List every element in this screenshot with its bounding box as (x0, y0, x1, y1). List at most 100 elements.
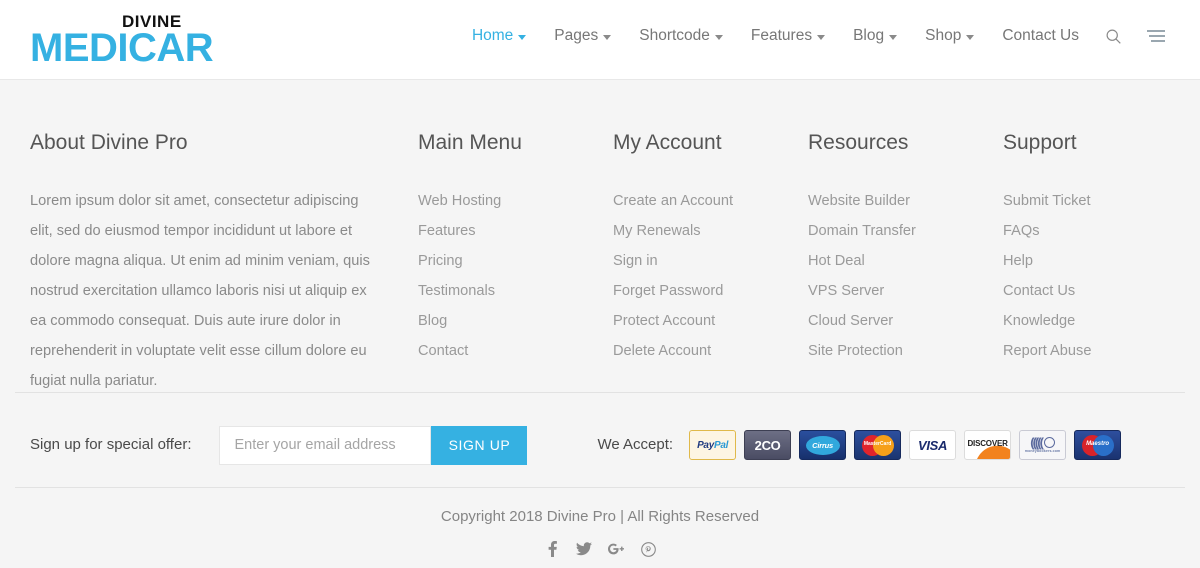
list-item[interactable]: Protect Account (613, 306, 780, 336)
list-item[interactable]: Website Builder (808, 186, 975, 216)
list-item[interactable]: Features (418, 216, 585, 246)
moneybookers-icon: ((((( moneybookers.com (1019, 430, 1067, 460)
twitter-icon (576, 542, 592, 556)
footer-column-title: About Divine Pro (30, 131, 188, 154)
nav-item-label: Shop (925, 27, 962, 44)
social-links (0, 538, 1200, 560)
cirrus-label: Cirrus (805, 435, 840, 455)
footer-column-about: About Divine Pro Lorem ipsum dolor sit a… (0, 130, 390, 396)
nav-item-blog[interactable]: Blog (839, 26, 911, 46)
footer-column-title: My Account (613, 131, 722, 154)
list-item[interactable]: FAQs (1003, 216, 1170, 246)
pinterest-link[interactable] (637, 538, 659, 560)
footer-column-title: Main Menu (418, 131, 522, 154)
search-button[interactable] (1093, 28, 1134, 45)
list-item[interactable]: Hot Deal (808, 246, 975, 276)
list-item[interactable]: Site Protection (808, 336, 975, 366)
nav-item-home[interactable]: Home (458, 26, 540, 46)
facebook-icon (548, 541, 557, 557)
list-item[interactable]: My Renewals (613, 216, 780, 246)
main-navigation: Home Pages Shortcode Features Blog Shop … (458, 26, 1178, 46)
footer-link-list: Create an Account My Renewals Sign in Fo… (613, 186, 780, 366)
paypal-icon: Pay Pal (689, 430, 737, 460)
chevron-down-icon (966, 34, 975, 40)
list-item[interactable]: Create an Account (613, 186, 780, 216)
nav-item-label: Blog (853, 27, 885, 44)
site-header: DIVINE MEDICAR Home Pages Shortcode Feat… (0, 0, 1200, 80)
nav-item-label: Home (471, 27, 514, 44)
list-item[interactable]: Report Abuse (1003, 336, 1170, 366)
list-item[interactable]: Contact Us (1003, 276, 1170, 306)
facebook-link[interactable] (541, 538, 563, 560)
list-item[interactable]: Testimonals (418, 276, 585, 306)
chevron-down-icon (889, 34, 898, 40)
list-item[interactable]: Cloud Server (808, 306, 975, 336)
mastercard-icon: MasterCard (854, 430, 902, 460)
mastercard-label: MasterCard (863, 440, 892, 447)
nav-item-label: Features (750, 27, 813, 44)
2checkout-label: 2CO (754, 437, 781, 453)
email-input[interactable] (219, 425, 432, 465)
footer-divider-bottom (15, 487, 1185, 488)
list-item[interactable]: Contact (418, 336, 585, 366)
chevron-down-icon (518, 34, 527, 40)
search-icon (1106, 29, 1121, 44)
visa-icon: VISA (909, 430, 957, 460)
list-item[interactable]: Help (1003, 246, 1170, 276)
list-item[interactable]: Pricing (418, 246, 585, 276)
hamburger-icon (1147, 30, 1165, 42)
list-item[interactable]: Knowledge (1003, 306, 1170, 336)
about-description: Lorem ipsum dolor sit amet, consectetur … (30, 193, 370, 389)
pinterest-icon (640, 541, 656, 557)
2checkout-icon: 2CO (744, 430, 792, 460)
logo-medicar-text: MEDICAR (30, 26, 214, 70)
footer-columns: About Divine Pro Lorem ipsum dolor sit a… (0, 130, 1200, 396)
list-item[interactable]: Domain Transfer (808, 216, 975, 246)
list-item[interactable]: VPS Server (808, 276, 975, 306)
footer-divider-top (15, 392, 1185, 393)
visa-label: VISA (918, 437, 948, 453)
google-plus-icon (608, 543, 624, 555)
footer-column-title: Support (1003, 131, 1077, 154)
nav-item-shortcode[interactable]: Shortcode (625, 26, 737, 46)
footer-column-support: Support Submit Ticket FAQs Help Contact … (975, 130, 1170, 396)
chevron-down-icon (603, 34, 612, 40)
nav-item-contact-us[interactable]: Contact Us (988, 26, 1093, 46)
nav-item-label: Pages (554, 27, 599, 44)
cirrus-icon: Cirrus (799, 430, 847, 460)
list-item[interactable]: Web Hosting (418, 186, 585, 216)
nav-item-pages[interactable]: Pages (540, 26, 625, 46)
footer-column-my-account: My Account Create an Account My Renewals… (585, 130, 780, 396)
site-logo[interactable]: DIVINE MEDICAR (30, 12, 260, 70)
footer-link-list: Website Builder Domain Transfer Hot Deal… (808, 186, 975, 366)
site-footer: About Divine Pro Lorem ipsum dolor sit a… (0, 80, 1200, 568)
list-item[interactable]: Sign in (613, 246, 780, 276)
nav-item-shop[interactable]: Shop (911, 26, 988, 46)
payment-methods: Pay Pal 2CO Cirrus MasterCard VISA DISCOV… (689, 430, 1122, 460)
list-item[interactable]: Blog (418, 306, 585, 336)
maestro-icon: Maestro (1074, 430, 1122, 460)
moneybookers-label: moneybookers.com (1024, 449, 1061, 453)
we-accept-label: We Accept: (597, 436, 674, 453)
chevron-down-icon (714, 34, 723, 40)
discover-icon: DISCOVER (964, 430, 1012, 460)
sign-up-button[interactable]: SIGN UP (431, 425, 528, 465)
nav-item-label: Contact Us (1002, 27, 1079, 44)
nav-item-label: Shortcode (639, 27, 710, 44)
nav-item-features[interactable]: Features (737, 26, 839, 46)
google-plus-link[interactable] (605, 538, 627, 560)
chevron-down-icon (817, 34, 826, 40)
maestro-label: Maestro (1086, 440, 1110, 447)
footer-link-list: Submit Ticket FAQs Help Contact Us Knowl… (1003, 186, 1170, 366)
footer-link-list: Web Hosting Features Pricing Testimonals… (418, 186, 585, 366)
newsletter-label: Sign up for special offer: (30, 436, 192, 453)
menu-toggle-button[interactable] (1134, 29, 1178, 43)
footer-column-main-menu: Main Menu Web Hosting Features Pricing T… (390, 130, 585, 396)
list-item[interactable]: Delete Account (613, 336, 780, 366)
copyright-text: Copyright 2018 Divine Pro | All Rights R… (440, 508, 760, 525)
footer-column-resources: Resources Website Builder Domain Transfe… (780, 130, 975, 396)
twitter-link[interactable] (573, 538, 595, 560)
list-item[interactable]: Forget Password (613, 276, 780, 306)
discover-label: DISCOVER (967, 438, 1008, 448)
list-item[interactable]: Submit Ticket (1003, 186, 1170, 216)
